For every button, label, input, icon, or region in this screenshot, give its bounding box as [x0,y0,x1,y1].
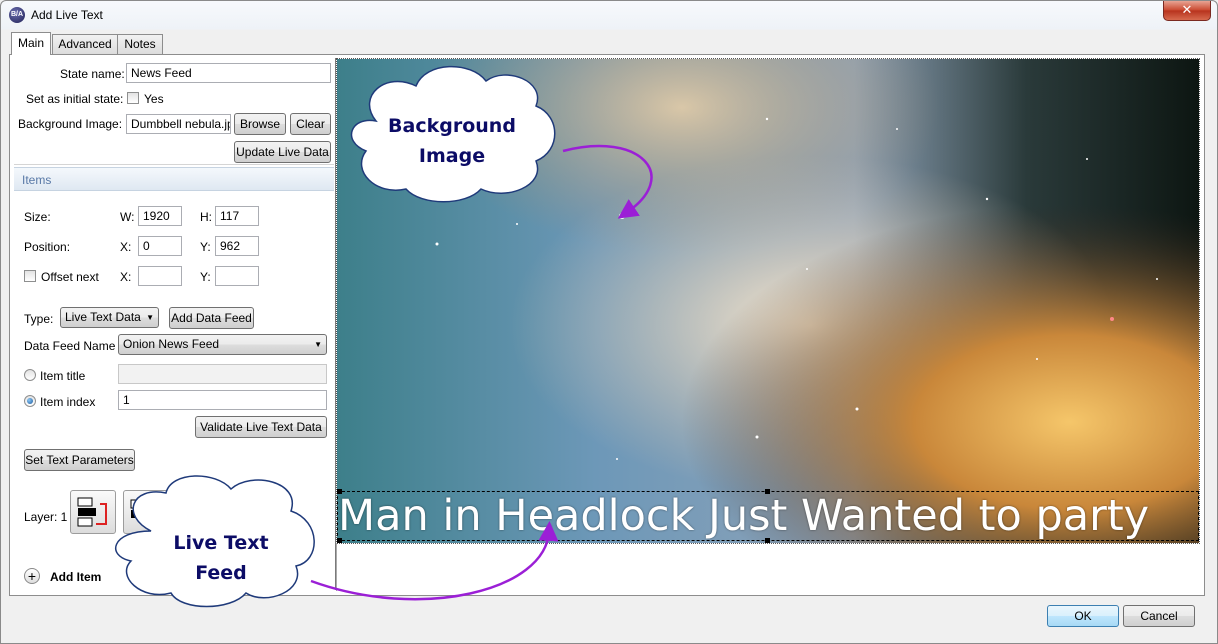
background-callout-text: Background Image [388,115,516,167]
validate-live-text-button[interactable]: Validate Live Text Data [195,416,327,438]
type-select-value: Live Text Data [65,310,141,324]
position-y-label: Y: [200,240,211,254]
offset-next-checkbox[interactable] [24,270,36,282]
offset-x-label: X: [120,270,132,284]
type-select[interactable]: Live Text Data ▼ [60,307,159,328]
tab-notes[interactable]: Notes [117,34,163,54]
livetext-callout-label: Live Text Feed [146,528,296,588]
height-input[interactable]: 117 [215,206,259,226]
livetext-callout-text: Live Text Feed [173,532,269,584]
resize-handle[interactable] [765,489,770,494]
close-button[interactable]: ✕ [1163,1,1211,21]
ok-button[interactable]: OK [1047,605,1119,627]
item-index-label: Item index [40,395,96,409]
background-image-label: Background Image: [18,117,123,131]
position-x-input[interactable]: 0 [138,236,182,256]
item-title-radio[interactable] [24,369,36,381]
item-index-radio[interactable] [24,395,36,407]
main-tab-panel: State name: News Feed Set as initial sta… [9,54,1205,596]
initial-state-checkbox[interactable] [127,92,139,104]
data-feed-name-value: Onion News Feed [123,337,220,351]
offset-y-label: Y: [200,270,211,284]
width-label: W: [120,210,135,224]
offset-x-input[interactable] [138,266,182,286]
dropdown-arrow-icon: ▼ [146,313,154,322]
send-backward-icon [183,499,210,509]
item-title-label: Item title [40,369,86,383]
offset-y-input[interactable] [215,266,259,286]
position-x-label: X: [120,240,132,254]
layer-bring-to-front-button[interactable] [70,490,116,534]
dialog-window: B/A Add Live Text ✕ Main Advanced Notes … [0,0,1218,644]
resize-handle[interactable] [337,489,342,494]
add-item-label[interactable]: Add Item [50,570,101,584]
state-name-label: State name: [60,67,125,81]
dropdown-arrow-icon: ▼ [314,340,322,349]
ticker-text: Man in Headlock Just Wanted to party [338,491,1150,541]
tab-advanced[interactable]: Advanced [52,34,118,54]
divider [14,164,334,165]
item-index-input[interactable]: 1 [118,390,327,410]
add-item-icon[interactable]: + [24,568,40,584]
item-title-input[interactable] [118,364,327,384]
clear-button[interactable]: Clear [290,113,331,135]
background-callout-label: Background Image [373,111,531,171]
position-y-input[interactable]: 962 [215,236,259,256]
set-text-parameters-button[interactable]: Set Text Parameters [24,449,135,471]
bring-forward-icon [130,499,160,523]
live-text-ticker[interactable]: Man in Headlock Just Wanted to party [337,491,1199,541]
width-input[interactable]: 1920 [138,206,182,226]
initial-state-yes-label: Yes [144,92,164,106]
data-feed-name-label: Data Feed Name [24,339,116,353]
add-data-feed-button[interactable]: Add Data Feed [169,307,254,329]
data-feed-name-select[interactable]: Onion News Feed ▼ [118,334,327,355]
bring-to-front-icon [77,497,107,527]
background-image-input[interactable]: Dumbbell nebula.jpg [126,114,231,134]
title-bar[interactable]: B/A Add Live Text ✕ [1,1,1217,29]
app-logo-icon: B/A [9,7,25,23]
position-label: Position: [24,240,71,254]
browse-button[interactable]: Browse [234,113,286,135]
cancel-button[interactable]: Cancel [1123,605,1195,627]
offset-next-label: Offset next [41,270,99,284]
size-label: Size: [24,210,51,224]
window-title: Add Live Text [31,8,103,22]
state-name-input[interactable]: News Feed [126,63,331,83]
layer-label: Layer: 1 [24,510,68,524]
update-live-data-button[interactable]: Update Live Data [234,141,331,163]
send-to-back-icon [240,499,265,519]
items-section-header[interactable]: Items [14,167,334,191]
height-label: H: [200,210,212,224]
tab-main[interactable]: Main [11,32,51,55]
type-label: Type: [24,312,54,326]
preview-empty-area [336,543,1199,591]
initial-state-label: Set as initial state: [26,92,124,106]
